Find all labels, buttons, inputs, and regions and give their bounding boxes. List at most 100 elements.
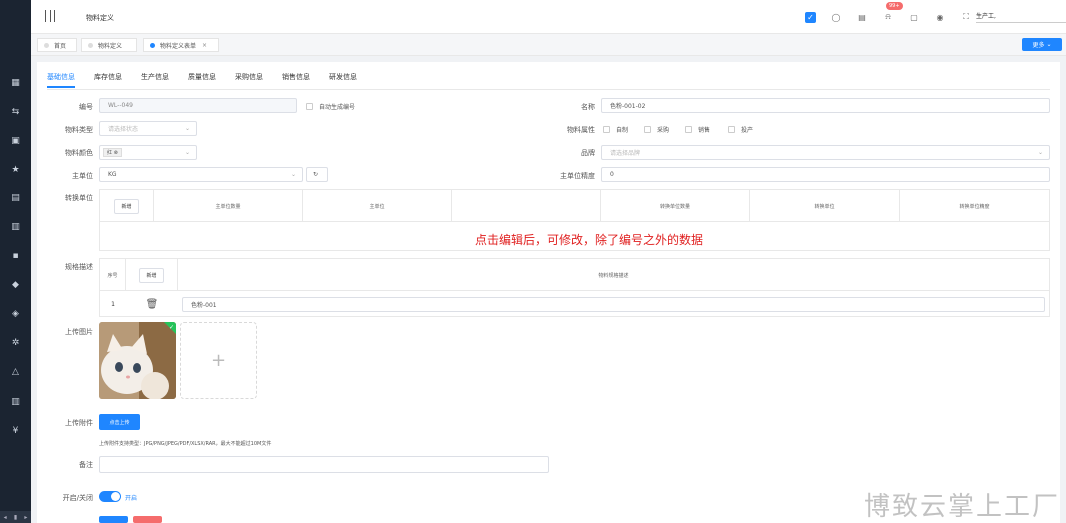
lock-icon[interactable]: ▢ <box>908 11 920 23</box>
tab-rd-info[interactable]: 研发信息 <box>329 72 357 88</box>
svg-text:✓: ✓ <box>169 324 174 331</box>
color-tag: 红 ⊗ <box>103 148 122 157</box>
remark-input[interactable] <box>99 456 549 473</box>
scroll-thumb[interactable]: ▮ <box>14 514 17 521</box>
star-icon[interactable]: ★ <box>9 164 22 177</box>
bell-icon[interactable]: ⍾ 99+ <box>882 2 903 23</box>
form-panel: 基础信息 库存信息 生产信息 质量信息 采购信息 销售信息 研发信息 编号 WL… <box>37 62 1060 523</box>
tabs-bar: 首页 物料定义 物料定义表单 × 更多 ⌄ <box>31 34 1066 56</box>
eye-icon[interactable]: ◉ <box>934 11 946 23</box>
kitten-photo: ✓ <box>99 322 176 399</box>
menu-toggle-icon[interactable] <box>45 10 55 22</box>
convert-label: 转换单位 <box>65 194 93 202</box>
tab-home[interactable]: 首页 <box>37 38 77 52</box>
page-title: 物料定义 <box>86 14 114 22</box>
tab-inventory-info[interactable]: 库存信息 <box>94 72 122 88</box>
precision-input[interactable]: 0 <box>601 167 1050 182</box>
th-index: 序号 <box>100 259 126 291</box>
close-icon[interactable]: × <box>202 42 207 49</box>
graduation-icon[interactable]: ◆ <box>9 279 22 292</box>
spec-add-button[interactable]: 新增 <box>139 267 164 283</box>
yen-icon[interactable]: ¥ <box>9 425 22 438</box>
attr-production-checkbox[interactable]: 投产 <box>728 125 753 134</box>
th-blank <box>452 190 601 222</box>
attach-hint: 上传附件支持类型：JPG/PNG/JPEG/PDF/XLSX/RAR，最大不能超… <box>99 441 272 447</box>
color-select[interactable]: 红 ⊗ ⌄ <box>99 145 197 160</box>
tab-purchase-info[interactable]: 采购信息 <box>235 72 263 88</box>
tab-production-info[interactable]: 生产信息 <box>141 72 169 88</box>
scroll-left-icon[interactable]: ◂ <box>4 514 7 521</box>
refresh-icon: ↻ <box>313 171 319 178</box>
cancel-button[interactable] <box>133 516 162 523</box>
plus-icon: + <box>210 350 227 371</box>
type-select[interactable]: 请选择状态 ⌄ <box>99 121 197 136</box>
more-button[interactable]: 更多 ⌄ <box>1022 38 1062 51</box>
tab-sales-info[interactable]: 销售信息 <box>282 72 310 88</box>
switch-label: 开启/关闭 <box>62 494 93 502</box>
th-convert-qty: 转换单位数量 <box>601 190 750 222</box>
th-main-unit: 主单位 <box>303 190 452 222</box>
network-icon[interactable]: △ <box>9 366 22 379</box>
type-label: 物料类型 <box>65 126 93 134</box>
tab-material-form[interactable]: 物料定义表单 × <box>143 38 219 52</box>
unit-select[interactable]: KG ⌄ <box>99 167 303 182</box>
attr-purchase-checkbox[interactable]: 采购 <box>644 125 669 134</box>
sidebar-scroll[interactable]: ◂ ▮ ▸ <box>0 511 31 523</box>
attr-label: 物料属性 <box>567 126 595 134</box>
image-label: 上传图片 <box>65 328 93 336</box>
chart-icon[interactable]: ▪ <box>9 250 22 263</box>
th-convert-unit: 转换单位 <box>750 190 900 222</box>
box-icon[interactable]: ◈ <box>9 308 22 321</box>
user-menu[interactable]: 生产工, <box>976 11 1066 23</box>
scroll-right-icon[interactable]: ▸ <box>24 514 27 521</box>
spec-desc-input[interactable]: 色粉-001 <box>182 297 1045 312</box>
attach-label: 上传附件 <box>65 419 93 427</box>
chevron-down-icon: ⌄ <box>184 149 190 156</box>
tab-quality-info[interactable]: 质量信息 <box>188 72 216 88</box>
switch-state: 开启 <box>125 495 138 502</box>
code-label: 编号 <box>79 103 93 111</box>
report-icon[interactable]: ▥ <box>9 221 22 234</box>
auto-code-checkbox[interactable]: 自动生成编号 <box>306 102 355 111</box>
color-label: 物料颜色 <box>65 149 93 157</box>
attr-sales-checkbox[interactable]: 销售 <box>685 125 710 134</box>
table-icon[interactable]: ▤ <box>9 192 22 205</box>
save-button[interactable] <box>99 516 128 523</box>
refresh-button[interactable]: ↻ <box>306 167 328 182</box>
check-icon[interactable]: ✓ <box>805 11 816 23</box>
th-spec-desc: 物料规格描述 <box>598 272 629 279</box>
upload-image-button[interactable]: + <box>180 322 257 399</box>
user-name: 生产工, <box>976 13 996 20</box>
tab-material-definition[interactable]: 物料定义 <box>81 38 137 52</box>
watermark: 博致云掌上工厂 <box>863 492 1060 522</box>
convert-add-button[interactable]: 新增 <box>114 198 139 214</box>
chevron-down-icon: ⌄ <box>290 171 296 178</box>
topbar: 物料定义 ✓ ◯ ▤ ⍾ 99+ ▢ ◉ ⛶ 生产工, <box>31 0 1066 34</box>
bar-chart-icon[interactable]: ▥ <box>9 396 22 409</box>
name-input[interactable]: 色粉-001-02 <box>601 98 1050 113</box>
document-icon[interactable]: ▤ <box>856 11 868 23</box>
message-icon[interactable]: ◯ <box>830 11 842 23</box>
uploaded-image[interactable]: ✓ <box>99 322 176 399</box>
edit-note: 点击编辑后，可修改，除了编号之外的数据 <box>475 233 704 247</box>
spec-row-index: 1 <box>111 300 115 308</box>
chevron-down-icon: ⌄ <box>184 125 190 132</box>
notification-badge: 99+ <box>886 2 903 10</box>
fullscreen-icon[interactable]: ⛶ <box>960 11 972 23</box>
remark-label: 备注 <box>79 461 93 469</box>
attr-self-made-checkbox[interactable]: 自制 <box>603 125 628 134</box>
transfer-icon[interactable]: ⇆ <box>9 106 22 119</box>
precision-label: 主单位精度 <box>560 172 595 180</box>
th-main-qty: 主单位数量 <box>154 190 303 222</box>
upload-attachment-button[interactable]: 点击上传 <box>99 414 140 430</box>
settings-icon[interactable]: ✲ <box>9 337 22 350</box>
brand-select[interactable]: 请选择品牌 ⌄ <box>601 145 1050 160</box>
tab-basic-info[interactable]: 基础信息 <box>47 72 75 88</box>
grid-icon[interactable]: ▦ <box>9 77 22 90</box>
chat-icon[interactable]: ▣ <box>9 135 22 148</box>
trash-icon[interactable]: 🗑 <box>126 291 178 317</box>
chevron-down-icon: ⌄ <box>1037 149 1043 156</box>
enable-switch[interactable] <box>99 491 121 502</box>
info-tabs: 基础信息 库存信息 生产信息 质量信息 采购信息 销售信息 研发信息 <box>47 72 376 88</box>
th-convert-precision: 转换单位精度 <box>959 203 990 210</box>
